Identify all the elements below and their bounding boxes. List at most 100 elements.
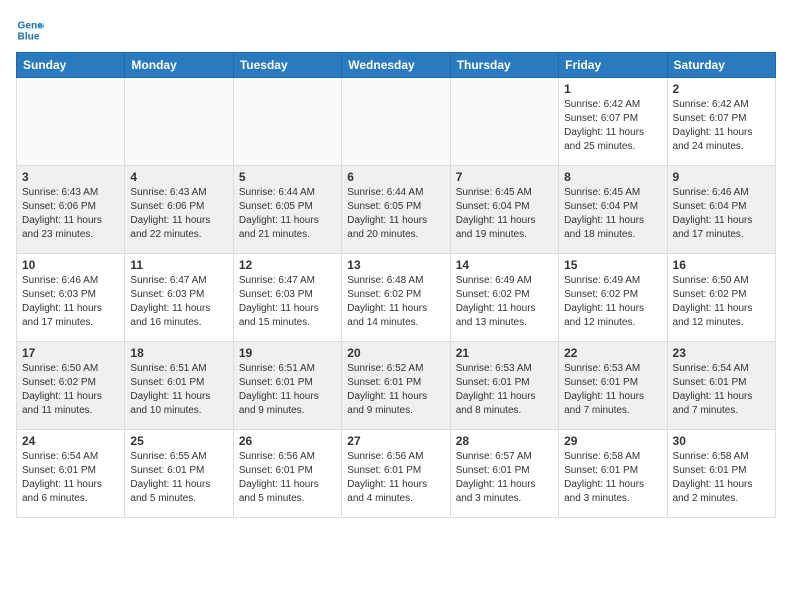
day-info: Sunrise: 6:56 AM Sunset: 6:01 PM Dayligh… <box>347 450 444 506</box>
day-info: Sunrise: 6:58 AM Sunset: 6:01 PM Dayligh… <box>673 450 770 506</box>
calendar-day-cell: 19 Sunrise: 6:51 AM Sunset: 6:01 PM Dayli… <box>233 342 341 430</box>
calendar-day-cell: 29Sunrise: 6:58 AM Sunset: 6:01 PM Dayli… <box>559 430 667 518</box>
day-info: Sunrise: 6:42 AM Sunset: 6:07 PM Dayligh… <box>673 98 770 154</box>
day-info: Sunrise: 6:47 AM Sunset: 6:03 PM Dayligh… <box>239 274 336 330</box>
calendar-day-cell: 22 Sunrise: 6:53 AM Sunset: 6:01 PM Dayli… <box>559 342 667 430</box>
calendar-header-cell: Friday <box>559 53 667 78</box>
calendar-day-cell <box>342 78 450 166</box>
day-number: 8 <box>564 170 661 184</box>
day-number: 29 <box>564 434 661 448</box>
day-info: Sunrise: 6:45 AM Sunset: 6:04 PM Dayligh… <box>564 186 661 242</box>
logo: General Blue <box>16 16 44 44</box>
day-number: 21 <box>456 346 553 360</box>
day-number: 17 <box>22 346 119 360</box>
day-number: 22 <box>564 346 661 360</box>
calendar-week-row: 17 Sunrise: 6:50 AM Sunset: 6:02 PM Dayli… <box>17 342 776 430</box>
day-number: 10 <box>22 258 119 272</box>
calendar-header-cell: Wednesday <box>342 53 450 78</box>
calendar-day-cell: 14Sunrise: 6:49 AM Sunset: 6:02 PM Dayli… <box>450 254 558 342</box>
calendar-day-cell: 16 Sunrise: 6:50 AM Sunset: 6:02 PM Dayli… <box>667 254 775 342</box>
day-info: Sunrise: 6:51 AM Sunset: 6:01 PM Dayligh… <box>239 362 336 418</box>
calendar-day-cell: 26 Sunrise: 6:56 AM Sunset: 6:01 PM Dayli… <box>233 430 341 518</box>
svg-text:Blue: Blue <box>18 31 40 42</box>
calendar-day-cell <box>450 78 558 166</box>
day-number: 14 <box>456 258 553 272</box>
calendar-day-cell: 4 Sunrise: 6:43 AM Sunset: 6:06 PM Daylig… <box>125 166 233 254</box>
calendar-week-row: 10 Sunrise: 6:46 AM Sunset: 6:03 PM Dayli… <box>17 254 776 342</box>
calendar-day-cell: 21 Sunrise: 6:53 AM Sunset: 6:01 PM Dayli… <box>450 342 558 430</box>
calendar-week-row: 1 Sunrise: 6:42 AM Sunset: 6:07 PM Daylig… <box>17 78 776 166</box>
day-number: 7 <box>456 170 553 184</box>
calendar-header-cell: Sunday <box>17 53 125 78</box>
day-number: 2 <box>673 82 770 96</box>
calendar-day-cell: 24 Sunrise: 6:54 AM Sunset: 6:01 PM Dayli… <box>17 430 125 518</box>
day-number: 24 <box>22 434 119 448</box>
day-number: 26 <box>239 434 336 448</box>
day-info: Sunrise: 6:51 AM Sunset: 6:01 PM Dayligh… <box>130 362 227 418</box>
calendar-day-cell: 15 Sunrise: 6:49 AM Sunset: 6:02 PM Dayli… <box>559 254 667 342</box>
day-info: Sunrise: 6:53 AM Sunset: 6:01 PM Dayligh… <box>456 362 553 418</box>
calendar-day-cell: 27 Sunrise: 6:56 AM Sunset: 6:01 PM Dayli… <box>342 430 450 518</box>
day-info: Sunrise: 6:44 AM Sunset: 6:05 PM Dayligh… <box>347 186 444 242</box>
calendar-day-cell: 30 Sunrise: 6:58 AM Sunset: 6:01 PM Dayli… <box>667 430 775 518</box>
calendar-day-cell: 6Sunrise: 6:44 AM Sunset: 6:05 PM Daylig… <box>342 166 450 254</box>
day-number: 1 <box>564 82 661 96</box>
day-info: Sunrise: 6:49 AM Sunset: 6:02 PM Dayligh… <box>564 274 661 330</box>
day-number: 15 <box>564 258 661 272</box>
calendar-day-cell: 3Sunrise: 6:43 AM Sunset: 6:06 PM Daylig… <box>17 166 125 254</box>
day-number: 4 <box>130 170 227 184</box>
day-info: Sunrise: 6:50 AM Sunset: 6:02 PM Dayligh… <box>22 362 119 418</box>
calendar-body: 1 Sunrise: 6:42 AM Sunset: 6:07 PM Daylig… <box>17 78 776 518</box>
calendar-day-cell <box>125 78 233 166</box>
day-info: Sunrise: 6:55 AM Sunset: 6:01 PM Dayligh… <box>130 450 227 506</box>
day-number: 30 <box>673 434 770 448</box>
calendar-day-cell: 5 Sunrise: 6:44 AM Sunset: 6:05 PM Daylig… <box>233 166 341 254</box>
day-number: 3 <box>22 170 119 184</box>
calendar-day-cell: 28Sunrise: 6:57 AM Sunset: 6:01 PM Dayli… <box>450 430 558 518</box>
calendar-day-cell: 1Sunrise: 6:42 AM Sunset: 6:07 PM Daylig… <box>559 78 667 166</box>
day-number: 18 <box>130 346 227 360</box>
calendar-week-row: 24 Sunrise: 6:54 AM Sunset: 6:01 PM Dayli… <box>17 430 776 518</box>
logo-icon: General Blue <box>16 16 44 44</box>
calendar-day-cell: 11 Sunrise: 6:47 AM Sunset: 6:03 PM Dayli… <box>125 254 233 342</box>
day-info: Sunrise: 6:52 AM Sunset: 6:01 PM Dayligh… <box>347 362 444 418</box>
day-number: 9 <box>673 170 770 184</box>
calendar-day-cell: 9 Sunrise: 6:46 AM Sunset: 6:04 PM Daylig… <box>667 166 775 254</box>
calendar-day-cell: 23Sunrise: 6:54 AM Sunset: 6:01 PM Dayli… <box>667 342 775 430</box>
page-header: General Blue <box>16 16 776 44</box>
calendar-header-cell: Thursday <box>450 53 558 78</box>
day-info: Sunrise: 6:48 AM Sunset: 6:02 PM Dayligh… <box>347 274 444 330</box>
calendar-day-cell: 25 Sunrise: 6:55 AM Sunset: 6:01 PM Dayli… <box>125 430 233 518</box>
day-number: 5 <box>239 170 336 184</box>
calendar-header-cell: Monday <box>125 53 233 78</box>
day-info: Sunrise: 6:56 AM Sunset: 6:01 PM Dayligh… <box>239 450 336 506</box>
day-number: 13 <box>347 258 444 272</box>
calendar-day-cell: 20 Sunrise: 6:52 AM Sunset: 6:01 PM Dayli… <box>342 342 450 430</box>
calendar-day-cell: 17 Sunrise: 6:50 AM Sunset: 6:02 PM Dayli… <box>17 342 125 430</box>
day-number: 12 <box>239 258 336 272</box>
day-info: Sunrise: 6:54 AM Sunset: 6:01 PM Dayligh… <box>22 450 119 506</box>
day-number: 20 <box>347 346 444 360</box>
day-number: 27 <box>347 434 444 448</box>
day-number: 25 <box>130 434 227 448</box>
calendar-day-cell: 10 Sunrise: 6:46 AM Sunset: 6:03 PM Dayli… <box>17 254 125 342</box>
day-number: 28 <box>456 434 553 448</box>
day-info: Sunrise: 6:46 AM Sunset: 6:04 PM Dayligh… <box>673 186 770 242</box>
calendar-week-row: 3 Sunrise: 6:43 AM Sunset: 6:06 PM Daylig… <box>17 166 776 254</box>
day-info: Sunrise: 6:46 AM Sunset: 6:03 PM Dayligh… <box>22 274 119 330</box>
calendar-header-cell: Saturday <box>667 53 775 78</box>
calendar-header-cell: Tuesday <box>233 53 341 78</box>
day-info: Sunrise: 6:50 AM Sunset: 6:02 PM Dayligh… <box>673 274 770 330</box>
calendar-day-cell: 18 Sunrise: 6:51 AM Sunset: 6:01 PM Dayli… <box>125 342 233 430</box>
day-info: Sunrise: 6:53 AM Sunset: 6:01 PM Dayligh… <box>564 362 661 418</box>
day-number: 19 <box>239 346 336 360</box>
calendar-day-cell: 8 Sunrise: 6:45 AM Sunset: 6:04 PM Daylig… <box>559 166 667 254</box>
day-info: Sunrise: 6:43 AM Sunset: 6:06 PM Dayligh… <box>130 186 227 242</box>
day-number: 11 <box>130 258 227 272</box>
calendar-day-cell <box>233 78 341 166</box>
day-info: Sunrise: 6:47 AM Sunset: 6:03 PM Dayligh… <box>130 274 227 330</box>
calendar-header-row: SundayMondayTuesdayWednesdayThursdayFrid… <box>17 53 776 78</box>
day-number: 16 <box>673 258 770 272</box>
calendar-day-cell: 7Sunrise: 6:45 AM Sunset: 6:04 PM Daylig… <box>450 166 558 254</box>
day-info: Sunrise: 6:44 AM Sunset: 6:05 PM Dayligh… <box>239 186 336 242</box>
